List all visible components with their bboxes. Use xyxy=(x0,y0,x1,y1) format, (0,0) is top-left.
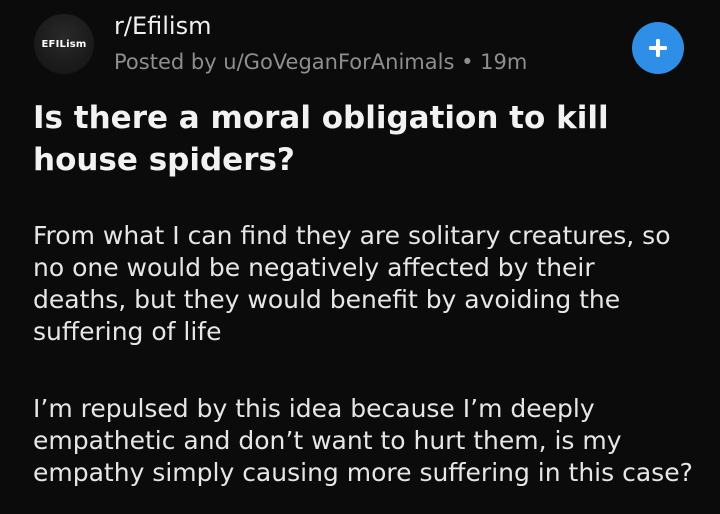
subreddit-name[interactable]: r/Efilism xyxy=(114,12,211,40)
post-age: 19m xyxy=(480,50,528,74)
join-button[interactable] xyxy=(632,22,684,74)
post-meta: Posted by u/GoVeganForAnimals • 19m xyxy=(114,50,527,74)
post-header: EFILism r/Efilism Posted by u/GoVeganFor… xyxy=(34,12,684,76)
meta-separator: • xyxy=(461,50,474,74)
post-body: From what I can find they are solitary c… xyxy=(33,220,693,489)
post-title[interactable]: Is there a moral obligation to kill hous… xyxy=(33,97,683,181)
body-paragraph: From what I can find they are solitary c… xyxy=(33,221,671,346)
post-card[interactable]: EFILism r/Efilism Posted by u/GoVeganFor… xyxy=(0,0,720,514)
body-paragraph: I’m repulsed by this idea because I’m de… xyxy=(33,394,693,487)
plus-icon xyxy=(649,39,667,57)
posted-by[interactable]: Posted by u/GoVeganForAnimals xyxy=(114,50,454,74)
avatar-label: EFILism xyxy=(41,38,87,50)
subreddit-avatar[interactable]: EFILism xyxy=(34,14,94,74)
